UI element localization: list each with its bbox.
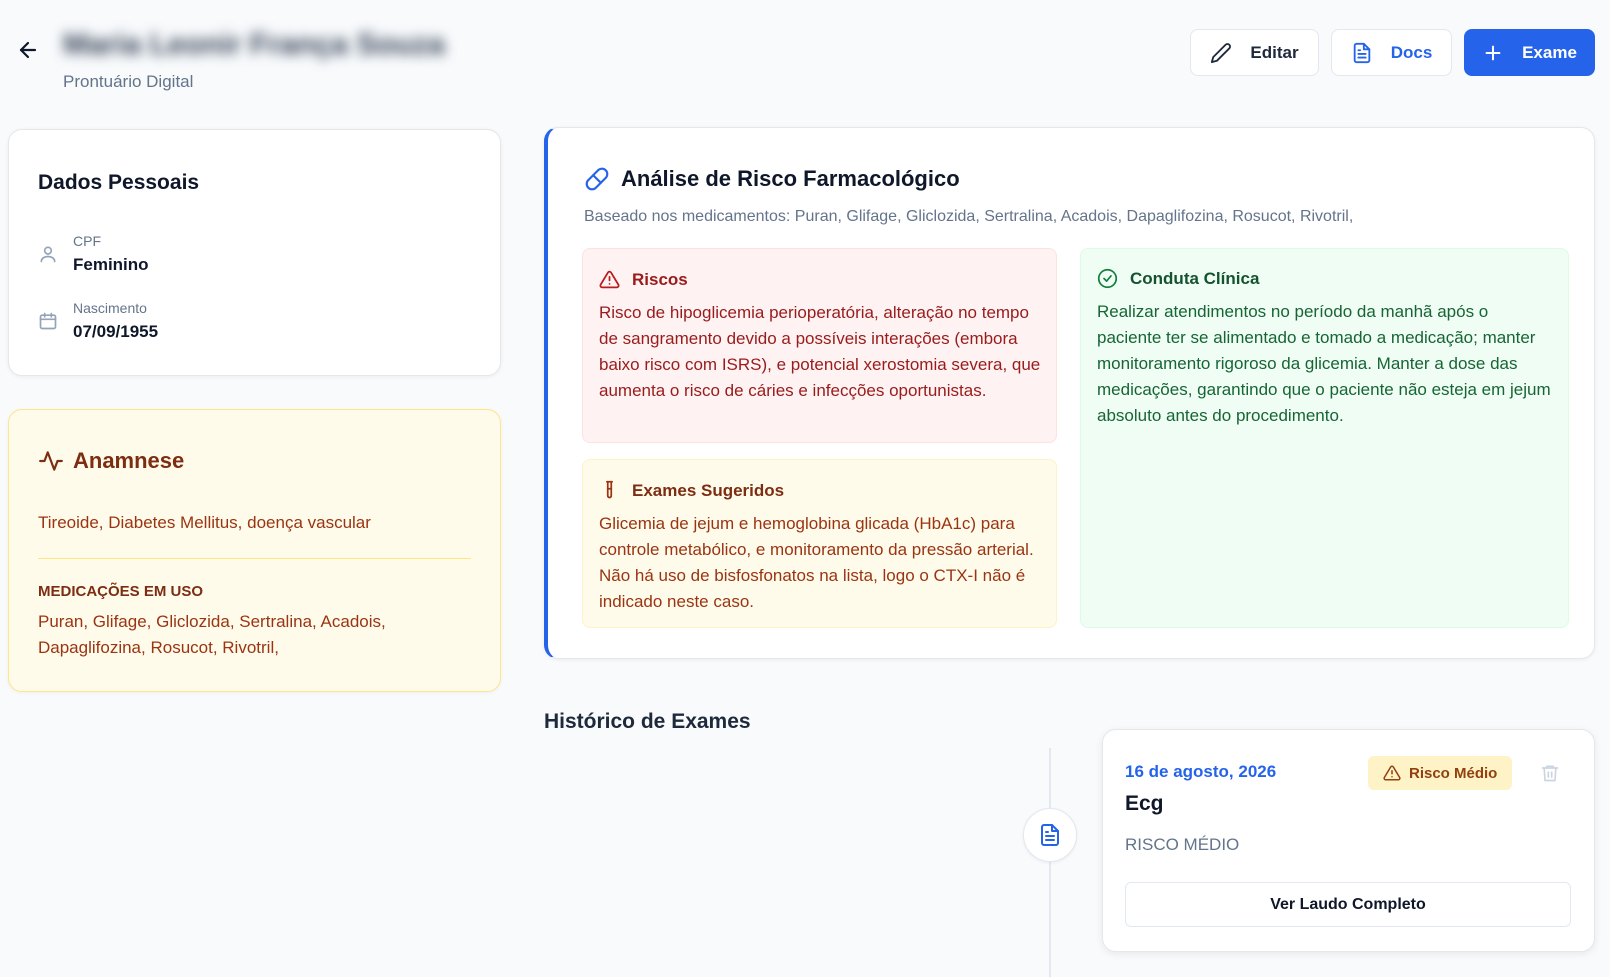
trash-icon[interactable]: [1540, 763, 1560, 783]
docs-button-label: Docs: [1390, 42, 1433, 62]
exam-card: 16 de agosto, 2026 Ecg Risco Médio RISCO…: [1102, 729, 1595, 952]
add-exam-button[interactable]: Exame: [1464, 29, 1595, 76]
add-exam-button-label: Exame: [1522, 42, 1577, 62]
cpf-value: Feminino: [73, 255, 149, 274]
risk-analysis-title: Análise de Risco Farmacológico: [621, 166, 960, 191]
view-full-report-button[interactable]: Ver Laudo Completo: [1125, 882, 1571, 927]
suggested-exams-box: Exames Sugeridos Glicemia de jejum e hem…: [582, 459, 1057, 628]
anamnese-conditions: Tireoide, Diabetes Mellitus, doença vasc…: [38, 513, 371, 532]
risks-text: Risco de hipoglicemia perioperatória, al…: [599, 303, 1041, 400]
suggested-exams-title: Exames Sugeridos: [632, 480, 785, 500]
anamnese-title: Anamnese: [73, 448, 185, 473]
pill-icon: [585, 167, 609, 191]
risk-analysis-card: Análise de Risco Farmacológico Baseado n…: [544, 127, 1595, 659]
timeline-line: [1049, 748, 1051, 977]
risk-analysis-subtitle: Baseado nos medicamentos: Puran, Glifage…: [584, 208, 1354, 225]
timeline-marker: [1023, 808, 1077, 862]
suggested-exams-text: Glicemia de jejum e hemoglobina glicada …: [599, 514, 1034, 611]
edit-button[interactable]: Editar: [1190, 29, 1319, 76]
alert-triangle-icon: [599, 270, 620, 289]
anamnese-card: Anamnese Tireoide, Diabetes Mellitus, do…: [8, 409, 501, 692]
arrow-left-icon: [19, 41, 37, 59]
exam-date: 16 de agosto, 2026: [1125, 762, 1277, 781]
exam-history-title: Histórico de Exames: [544, 710, 751, 733]
anamnese-divider: [38, 558, 471, 559]
check-circle-icon: [1097, 268, 1118, 289]
birth-label: Nascimento: [73, 300, 147, 316]
personal-data-card: Dados Pessoais CPF Feminino Nascimento 0…: [8, 129, 501, 376]
clinical-conduct-box: Conduta Clínica Realizar atendimentos no…: [1080, 248, 1569, 628]
exam-name: Ecg: [1125, 792, 1164, 815]
file-text-icon: [1041, 824, 1059, 846]
cpf-label: CPF: [73, 233, 101, 249]
risk-badge: Risco Médio: [1368, 756, 1513, 790]
risks-title: Riscos: [632, 269, 688, 289]
page-subtitle: Prontuário Digital: [63, 72, 194, 91]
activity-icon: [39, 451, 63, 471]
pencil-icon: [1211, 42, 1232, 63]
user-icon: [40, 246, 56, 263]
medications-list: Puran, Glifage, Gliclozida, Sertralina, …: [38, 612, 386, 657]
clinical-conduct-title: Conduta Clínica: [1130, 268, 1260, 288]
edit-button-label: Editar: [1250, 42, 1299, 62]
exam-risk-level: RISCO MÉDIO: [1125, 835, 1240, 854]
plus-icon: [1485, 45, 1501, 60]
birth-value: 07/09/1955: [73, 322, 159, 341]
docs-button[interactable]: Docs: [1331, 29, 1452, 76]
clinical-conduct-text: Realizar atendimentos no período da manh…: [1097, 302, 1551, 425]
medications-label: MEDICAÇÕES EM USO: [38, 583, 204, 600]
alert-triangle-icon: [1383, 765, 1401, 781]
calendar-icon: [39, 312, 57, 330]
file-text-icon: [1353, 42, 1370, 63]
risk-badge-label: Risco Médio: [1409, 764, 1498, 782]
test-tube-icon: [606, 480, 613, 499]
risks-box: Riscos Risco de hipoglicemia perioperató…: [582, 248, 1057, 443]
back-button[interactable]: [16, 38, 40, 62]
patient-name: Maria Leonir França Souza: [63, 28, 445, 61]
personal-data-title: Dados Pessoais: [38, 171, 200, 194]
